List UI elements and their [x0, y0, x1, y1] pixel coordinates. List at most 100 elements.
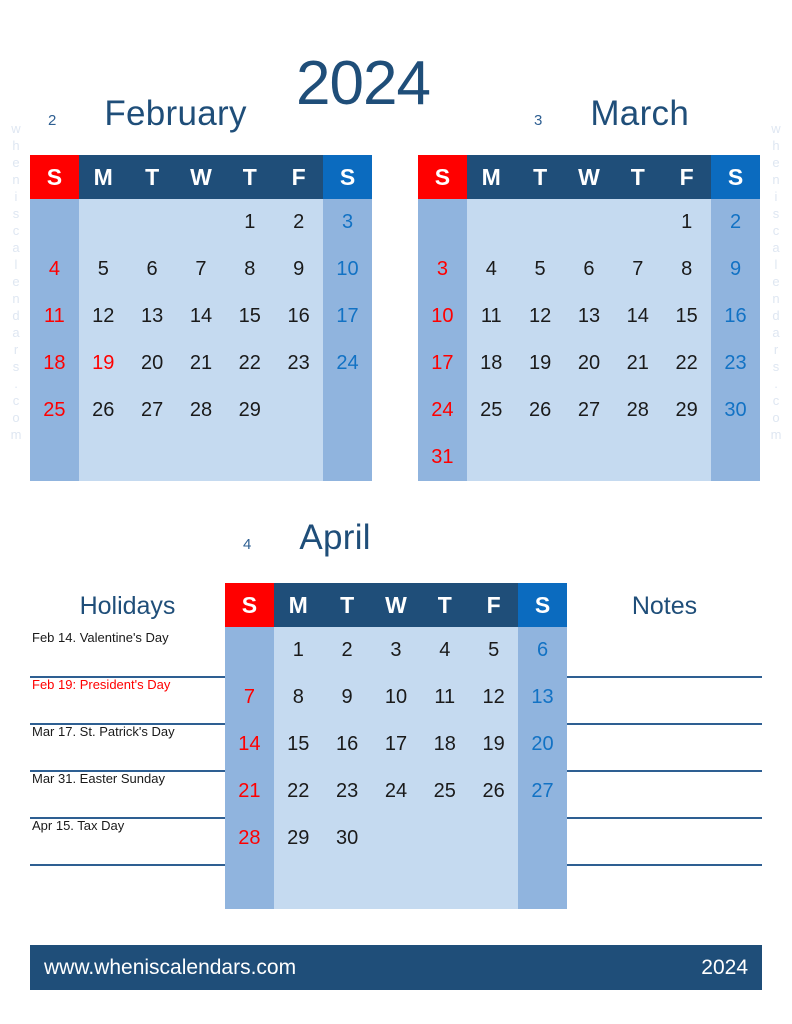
- day-cell[interactable]: 26: [515, 387, 565, 434]
- day-cell[interactable]: 11: [466, 293, 516, 340]
- day-cell[interactable]: 16: [274, 293, 324, 340]
- day-cell[interactable]: 12: [78, 293, 128, 340]
- day-cell[interactable]: 31: [418, 434, 467, 481]
- day-cell[interactable]: 29: [225, 387, 275, 434]
- day-cell[interactable]: 8: [225, 246, 275, 293]
- day-cell[interactable]: 6: [127, 246, 177, 293]
- day-cell[interactable]: 1: [662, 199, 712, 246]
- calendar-week-row: 11 12 13 14 15 16 17: [30, 293, 372, 340]
- day-cell[interactable]: 16: [322, 721, 372, 768]
- day-cell[interactable]: 14: [613, 293, 663, 340]
- day-cell[interactable]: 16: [711, 293, 760, 340]
- day-cell[interactable]: 1: [225, 199, 275, 246]
- day-cell[interactable]: 9: [322, 674, 372, 721]
- day-cell[interactable]: 20: [518, 721, 567, 768]
- day-cell[interactable]: 4: [466, 246, 516, 293]
- day-cell[interactable]: 13: [518, 674, 567, 721]
- day-cell[interactable]: 27: [564, 387, 614, 434]
- day-cell[interactable]: 17: [371, 721, 421, 768]
- day-cell[interactable]: 20: [564, 340, 614, 387]
- day-cell[interactable]: 6: [518, 627, 567, 674]
- day-cell[interactable]: 8: [662, 246, 712, 293]
- day-cell[interactable]: 15: [225, 293, 275, 340]
- day-cell[interactable]: 25: [466, 387, 516, 434]
- day-cell[interactable]: 3: [323, 199, 372, 246]
- day-cell[interactable]: 7: [225, 674, 274, 721]
- day-cell[interactable]: 5: [78, 246, 128, 293]
- day-cell[interactable]: 12: [515, 293, 565, 340]
- day-cell[interactable]: 10: [323, 246, 372, 293]
- notes-rule-line[interactable]: [567, 676, 762, 678]
- day-cell[interactable]: 14: [225, 721, 274, 768]
- day-cell[interactable]: 11: [30, 293, 79, 340]
- day-cell[interactable]: 9: [711, 246, 760, 293]
- day-cell[interactable]: 22: [273, 768, 323, 815]
- day-cell[interactable]: 13: [564, 293, 614, 340]
- day-cell[interactable]: 27: [127, 387, 177, 434]
- notes-rule-line[interactable]: [567, 770, 762, 772]
- day-cell[interactable]: 20: [127, 340, 177, 387]
- day-cell[interactable]: 21: [225, 768, 274, 815]
- day-cell[interactable]: 22: [225, 340, 275, 387]
- day-cell[interactable]: 25: [30, 387, 79, 434]
- notes-rule-line[interactable]: [567, 817, 762, 819]
- day-cell[interactable]: 29: [662, 387, 712, 434]
- day-cell[interactable]: 28: [613, 387, 663, 434]
- month-heading-april: 4 April: [243, 518, 371, 558]
- day-cell[interactable]: 4: [30, 246, 79, 293]
- day-cell[interactable]: 26: [78, 387, 128, 434]
- day-cell[interactable]: 23: [274, 340, 324, 387]
- day-cell[interactable]: 1: [273, 627, 323, 674]
- day-cell[interactable]: 26: [469, 768, 519, 815]
- day-cell[interactable]: 3: [371, 627, 421, 674]
- day-cell[interactable]: 10: [371, 674, 421, 721]
- day-cell-empty: [78, 199, 128, 246]
- day-cell[interactable]: 30: [711, 387, 760, 434]
- notes-rule-line[interactable]: [567, 723, 762, 725]
- day-cell[interactable]: 18: [466, 340, 516, 387]
- day-cell[interactable]: 21: [613, 340, 663, 387]
- day-cell[interactable]: 18: [30, 340, 79, 387]
- day-cell[interactable]: 24: [371, 768, 421, 815]
- day-cell[interactable]: 8: [273, 674, 323, 721]
- day-cell[interactable]: 7: [176, 246, 226, 293]
- day-cell[interactable]: 13: [127, 293, 177, 340]
- day-cell[interactable]: 2: [322, 627, 372, 674]
- day-cell[interactable]: 23: [711, 340, 760, 387]
- day-cell[interactable]: 17: [323, 293, 372, 340]
- day-cell[interactable]: 19: [469, 721, 519, 768]
- day-cell[interactable]: 17: [418, 340, 467, 387]
- day-cell[interactable]: 6: [564, 246, 614, 293]
- day-cell[interactable]: 2: [274, 199, 324, 246]
- day-cell[interactable]: 19: [78, 340, 128, 387]
- day-cell[interactable]: 10: [418, 293, 467, 340]
- day-cell[interactable]: 4: [420, 627, 470, 674]
- day-cell[interactable]: 15: [273, 721, 323, 768]
- day-cell[interactable]: 18: [420, 721, 470, 768]
- day-cell[interactable]: 14: [176, 293, 226, 340]
- day-cell[interactable]: 19: [515, 340, 565, 387]
- day-cell[interactable]: 24: [418, 387, 467, 434]
- day-cell[interactable]: 22: [662, 340, 712, 387]
- day-cell[interactable]: 30: [322, 815, 372, 862]
- day-cell[interactable]: 9: [274, 246, 324, 293]
- day-cell[interactable]: 12: [469, 674, 519, 721]
- day-cell[interactable]: 23: [322, 768, 372, 815]
- notes-rule-line[interactable]: [567, 864, 762, 866]
- day-cell[interactable]: 29: [273, 815, 323, 862]
- day-cell[interactable]: 5: [469, 627, 519, 674]
- day-cell[interactable]: 7: [613, 246, 663, 293]
- day-cell[interactable]: 28: [225, 815, 274, 862]
- day-cell[interactable]: 24: [323, 340, 372, 387]
- day-cell[interactable]: 5: [515, 246, 565, 293]
- day-cell[interactable]: 25: [420, 768, 470, 815]
- day-cell[interactable]: 27: [518, 768, 567, 815]
- day-cell[interactable]: 2: [711, 199, 760, 246]
- day-cell[interactable]: 15: [662, 293, 712, 340]
- day-cell[interactable]: 3: [418, 246, 467, 293]
- day-cell[interactable]: 28: [176, 387, 226, 434]
- day-cell[interactable]: 21: [176, 340, 226, 387]
- weekday-header-6: S: [323, 155, 372, 199]
- day-cell[interactable]: 11: [420, 674, 470, 721]
- footer-website[interactable]: www.wheniscalendars.com: [44, 956, 296, 980]
